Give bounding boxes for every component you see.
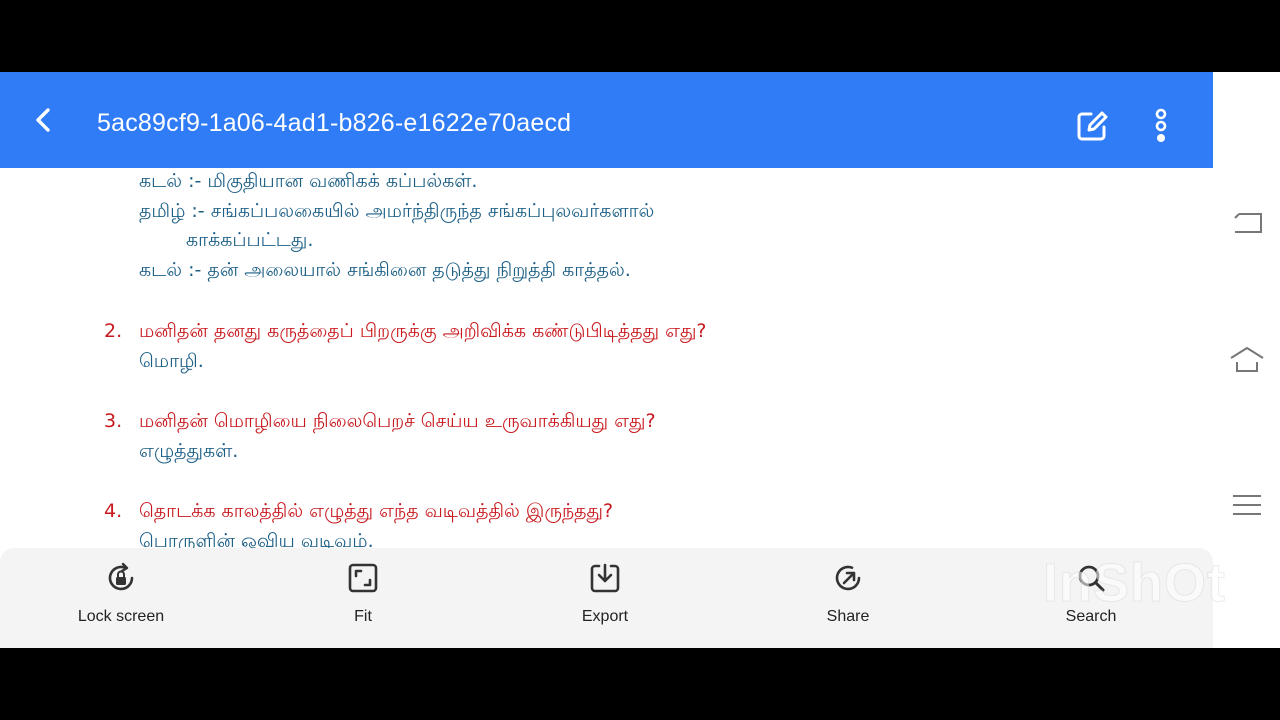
toolbar-label: Search: [1065, 608, 1117, 625]
toolbar-label: Fit: [354, 608, 372, 625]
answer-text: மொழி.: [139, 350, 204, 372]
toolbar-label: Share: [826, 608, 870, 625]
answer-line: கடல் :- தன் அலையால் சங்கினை தடுத்து நிறு…: [139, 259, 631, 281]
question-text: மனிதன் தனது கருத்தைப் பிறருக்கு அறிவிக்க…: [139, 320, 707, 342]
fit-screen-icon: [348, 563, 378, 593]
lock-rotation-icon: [108, 562, 134, 591]
recents-nav-icon[interactable]: [1229, 490, 1265, 520]
document-title: 5ac89cf9-1a06-4ad1-b826-e1622e70aecd: [97, 109, 572, 137]
answer-line: கடல் :- மிகுதியான வணிகக் கப்பல்கள்.: [139, 170, 478, 192]
app-screen: 5ac89cf9-1a06-4ad1-b826-e1622e70aecd கடல…: [0, 72, 1280, 648]
toolbar-label: Export: [581, 608, 629, 625]
bottom-toolbar: Lock screen Fit Export Share Search: [0, 548, 1213, 648]
question-number: 3.: [104, 410, 123, 432]
back-nav-icon[interactable]: [1229, 208, 1265, 238]
lock-screen-button[interactable]: Lock screen: [51, 562, 191, 636]
edit-icon[interactable]: [1075, 109, 1109, 143]
more-vertical-icon[interactable]: [1148, 108, 1174, 144]
question-text: தொடக்க காலத்தில் எழுத்து எந்த வடிவத்தில்…: [139, 500, 614, 522]
answer-text: எழுத்துகள்.: [139, 440, 239, 462]
search-icon: [1078, 565, 1105, 592]
toolbar-label: Lock screen: [77, 608, 165, 625]
answer-line: தமிழ் :- சங்கப்பலகையில் அமர்ந்திருந்த சங…: [139, 200, 655, 222]
answer-text: பொருளின் ஓவிய வடிவம்.: [139, 530, 374, 548]
share-button[interactable]: Share: [778, 562, 918, 636]
system-navigation-bar: [1213, 72, 1280, 648]
question-text: மனிதன் மொழியை நிலைபெறச் செய்ய உருவாக்கிய…: [139, 410, 656, 432]
export-icon: [590, 563, 620, 593]
answer-line: காக்கப்பட்டது.: [186, 229, 314, 251]
home-nav-icon[interactable]: [1229, 344, 1265, 374]
export-button[interactable]: Export: [535, 562, 675, 636]
fit-button[interactable]: Fit: [293, 562, 433, 636]
document-page: கடல் :- மிகுதியான வணிகக் கப்பல்கள். தமிழ…: [0, 168, 1176, 548]
question-number: 4.: [104, 500, 123, 522]
app-bar: 5ac89cf9-1a06-4ad1-b826-e1622e70aecd: [0, 72, 1213, 168]
search-button[interactable]: Search: [1021, 562, 1161, 636]
question-number: 2.: [104, 320, 123, 342]
chevron-left-icon[interactable]: [28, 104, 60, 136]
share-icon: [835, 565, 861, 591]
